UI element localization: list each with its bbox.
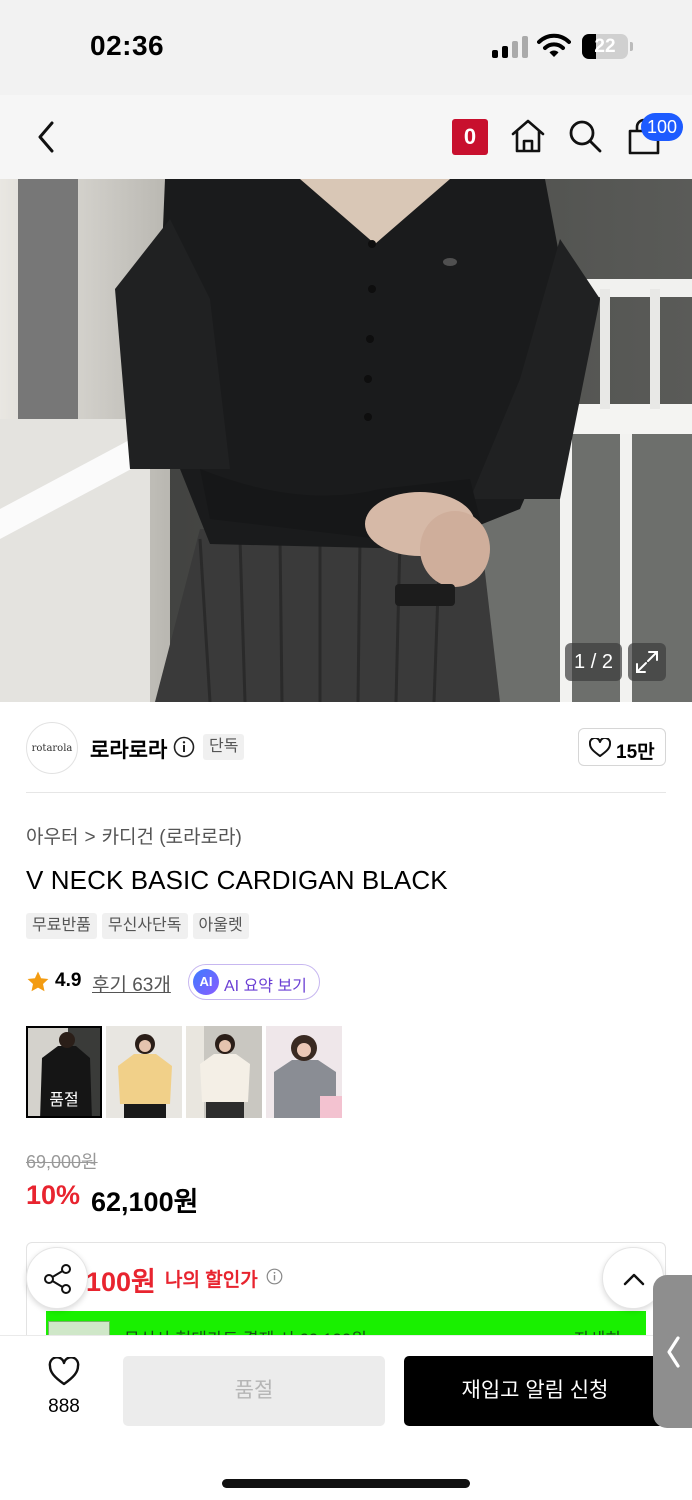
top-nav-bar: 0 bbox=[0, 95, 692, 179]
breadcrumb-separator: > bbox=[84, 827, 96, 848]
breadcrumb: 아우터 > 카디건 (로라로라) bbox=[26, 822, 242, 849]
brand-logo[interactable]: rotarola bbox=[26, 722, 78, 774]
divider bbox=[26, 792, 666, 793]
star-icon bbox=[27, 971, 49, 992]
exclusive-tag: 단독 bbox=[203, 734, 245, 760]
side-panel-handle[interactable] bbox=[653, 1275, 692, 1428]
tag-exclusive: 무신사단독 bbox=[101, 913, 188, 939]
info-icon[interactable] bbox=[173, 736, 195, 758]
battery-icon: 22 bbox=[582, 34, 628, 59]
status-time: 02:36 bbox=[90, 30, 165, 61]
brand-logo-text: rotarola bbox=[31, 743, 73, 754]
brand-badge-text: 0 bbox=[463, 124, 477, 149]
promo-text: 무신사 현대카드 결제 시 60,100원 bbox=[124, 1325, 367, 1335]
thumbnail-gray bbox=[266, 1026, 342, 1118]
color-option-gray[interactable] bbox=[266, 1026, 342, 1118]
my-price-label: 나의 할인가 bbox=[165, 1270, 258, 1291]
breadcrumb-subcategory[interactable]: 카디건 (로라로라) bbox=[102, 827, 242, 848]
chevron-up-icon bbox=[623, 1273, 645, 1286]
status-bar: 02:36 22 bbox=[0, 0, 692, 95]
brand-name[interactable]: 로라로라 bbox=[90, 734, 167, 764]
heart-icon bbox=[48, 1357, 80, 1386]
breadcrumb-category[interactable]: 아우터 bbox=[26, 827, 78, 848]
tag-outlet: 아울렛 bbox=[192, 913, 249, 939]
wishlist-count: 888 bbox=[48, 1396, 80, 1417]
home-icon[interactable] bbox=[509, 117, 547, 155]
share-button[interactable] bbox=[26, 1247, 88, 1309]
expand-icon bbox=[636, 651, 658, 673]
battery-level: 22 bbox=[594, 36, 616, 57]
search-icon[interactable] bbox=[566, 117, 604, 155]
thumbnail-yellow bbox=[106, 1026, 182, 1118]
sale-price: 62,100원 bbox=[91, 1187, 199, 1217]
info-icon[interactable] bbox=[266, 1268, 283, 1285]
heart-icon bbox=[589, 738, 611, 757]
color-option-black[interactable]: 품절 bbox=[26, 1026, 102, 1118]
tag-free-return: 무료반품 bbox=[26, 913, 97, 939]
product-photo bbox=[0, 179, 692, 702]
wishlist-button[interactable]: 888 bbox=[28, 1355, 100, 1425]
my-price-amount: 100원 bbox=[86, 1267, 156, 1297]
color-option-yellow[interactable] bbox=[106, 1026, 182, 1118]
rating-value: 4.9 bbox=[55, 970, 82, 991]
cart-count-badge: 100 bbox=[641, 113, 684, 141]
card-icon bbox=[48, 1321, 110, 1335]
image-page-indicator: 1 / 2 bbox=[565, 643, 622, 681]
thumbnail-ivory bbox=[186, 1026, 262, 1118]
cellular-signal-icon bbox=[492, 36, 528, 58]
home-indicator bbox=[222, 1479, 470, 1488]
wifi-icon bbox=[537, 33, 571, 57]
soldout-overlay-label: 품절 bbox=[49, 1092, 79, 1109]
chevron-left-icon bbox=[667, 1336, 680, 1368]
brand-badge-button[interactable]: 0 bbox=[452, 119, 488, 155]
reviews-link[interactable]: 후기 63개 bbox=[92, 970, 171, 997]
product-image[interactable] bbox=[0, 179, 692, 702]
original-price: 69,000원 bbox=[26, 1152, 98, 1172]
ai-summary-button[interactable]: AI AI 요약 보기 bbox=[188, 964, 320, 1000]
ai-summary-label: AI 요약 보기 bbox=[224, 978, 307, 995]
brand-like-count: 15만 bbox=[616, 742, 655, 763]
discount-rate: 10% bbox=[26, 1180, 81, 1210]
promo-more-link[interactable]: 자세히 bbox=[574, 1325, 621, 1335]
product-tags: 무료반품 무신사단독 아울렛 bbox=[26, 913, 249, 939]
restock-alert-button[interactable]: 재입고 알림 신청 bbox=[404, 1356, 666, 1426]
expand-image-button[interactable] bbox=[628, 643, 666, 681]
back-icon[interactable] bbox=[28, 117, 68, 157]
card-promo-banner[interactable]: 무신사 현대카드 결제 시 60,100원 자세히 bbox=[46, 1311, 646, 1335]
color-option-ivory[interactable] bbox=[186, 1026, 262, 1118]
ai-badge-icon: AI bbox=[193, 969, 219, 995]
product-title: V NECK BASIC CARDIGAN BLACK bbox=[26, 865, 448, 895]
share-icon bbox=[44, 1264, 71, 1294]
soldout-button: 품절 bbox=[123, 1356, 385, 1426]
brand-like-button[interactable]: 15만 bbox=[578, 728, 666, 766]
